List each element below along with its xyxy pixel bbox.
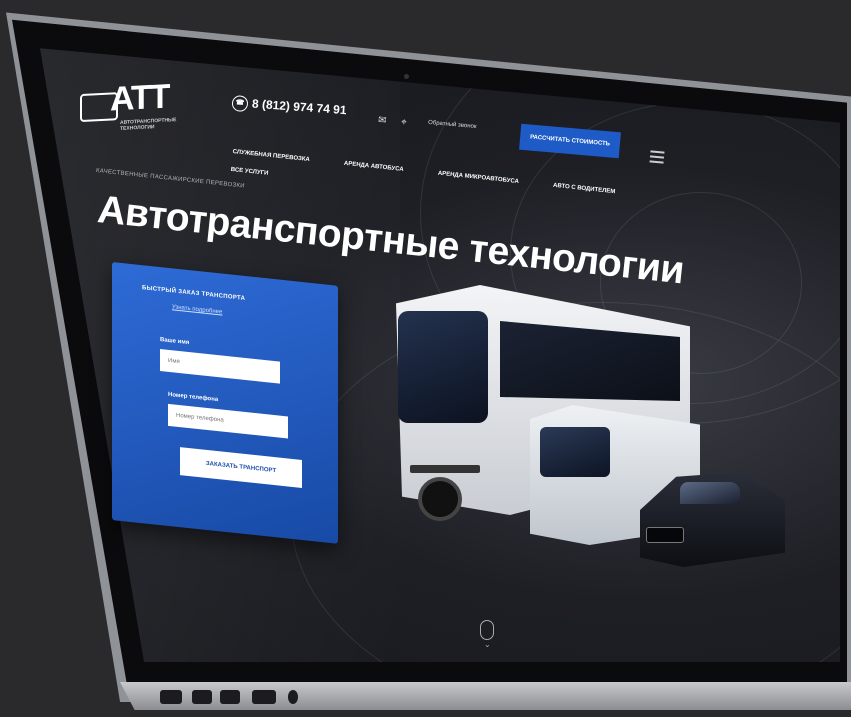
order-transport-button[interactable]: ЗАКАЗАТЬ ТРАНСПОРТ (180, 447, 302, 488)
site-logo[interactable]: АТТ АВТОТРАНСПОРТНЫЕ ТЕХНОЛОГИИ (80, 77, 176, 132)
bus-grille (410, 465, 480, 473)
port-icon (160, 690, 182, 704)
mail-icon[interactable]: ✉ (378, 115, 387, 127)
name-input[interactable] (160, 349, 280, 384)
nav-item-all-services[interactable]: ВСЕ УСЛУГИ (230, 167, 268, 177)
logo-letters: АТТ (110, 77, 169, 119)
phone-input[interactable] (168, 403, 288, 439)
nav-item-corporate[interactable]: СЛУЖЕБНАЯ ПЕРЕВОЗКА (232, 149, 310, 163)
laptop: АТТ АВТОТРАНСПОРТНЫЕ ТЕХНОЛОГИИ ☎ 8 (812)… (0, 0, 851, 717)
camera-icon (404, 74, 409, 79)
nav-item-bus-rent[interactable]: АРЕНДА АВТОБУСА (344, 161, 404, 173)
van-windshield (540, 427, 610, 477)
mouse-scroll-icon[interactable] (480, 620, 494, 640)
form-more-link[interactable]: Узнать подробнее (172, 304, 222, 315)
headphone-jack-icon (288, 690, 298, 704)
location-pin-icon[interactable]: ⌖ (401, 117, 408, 128)
port-icon (192, 690, 212, 704)
bus-windshield (398, 311, 488, 423)
phone-icon: ☎ (231, 95, 249, 113)
car-grille (646, 527, 684, 543)
nav-item-minibus-rent[interactable]: АРЕНДА МИКРОАВТОБУСА (438, 171, 520, 185)
laptop-scene: АТТ АВТОТРАНСПОРТНЫЕ ТЕХНОЛОГИИ ☎ 8 (812)… (0, 0, 851, 717)
port-icon (252, 690, 276, 704)
phone-label: Номер телефона (168, 391, 219, 404)
nav-item-car-with-driver[interactable]: АВТО С ВОДИТЕЛЕМ (553, 183, 616, 196)
name-label: Ваше имя (160, 337, 190, 347)
form-title: БЫСТРЫЙ ЗАКАЗ ТРАНСПОРТА (142, 285, 246, 303)
bus-wheel (418, 477, 462, 521)
chevron-down-icon[interactable]: ⌄ (484, 640, 491, 649)
quick-order-form: БЫСТРЫЙ ЗАКАЗ ТРАНСПОРТА Узнать подробне… (112, 262, 338, 544)
port-icon (220, 690, 240, 704)
car-window (680, 482, 740, 504)
hamburger-menu-icon[interactable] (649, 147, 665, 166)
